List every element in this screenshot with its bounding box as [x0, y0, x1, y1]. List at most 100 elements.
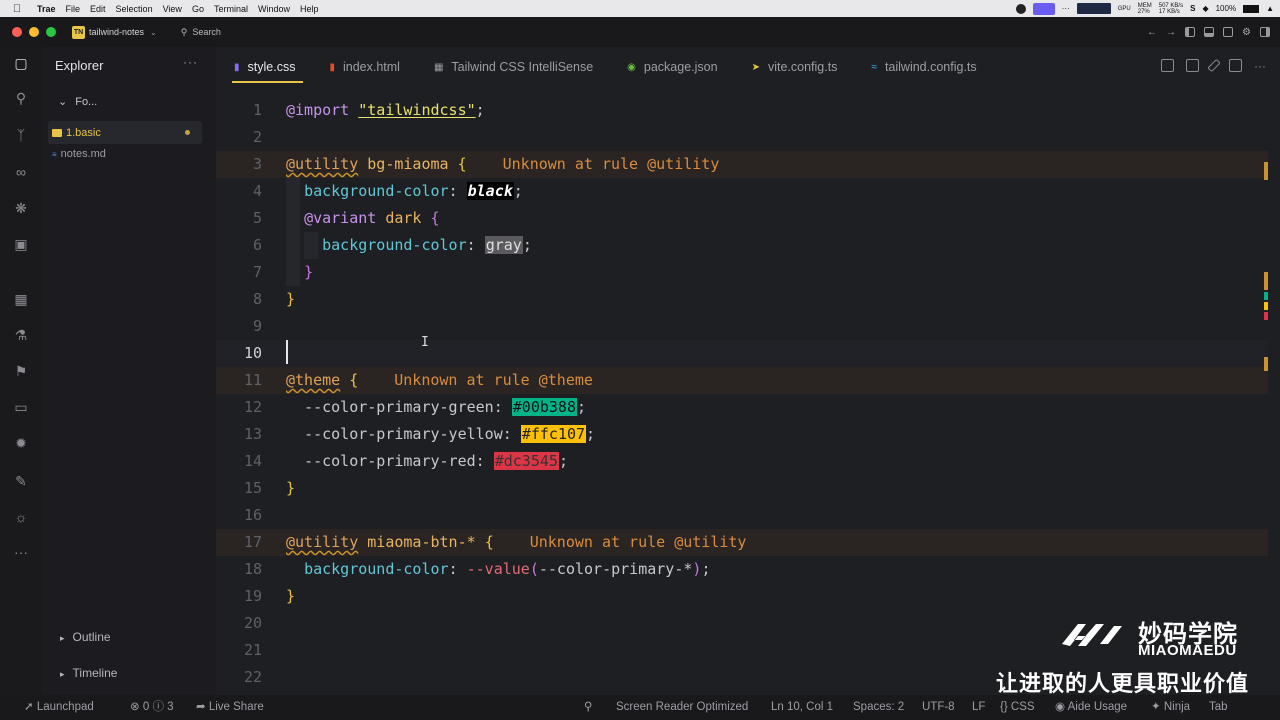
menu-selection[interactable]: Selection [113, 4, 160, 14]
brush-icon[interactable]: ✎ [13, 473, 29, 489]
indentation[interactable]: Spaces: 2 [853, 695, 904, 720]
launchpad-item[interactable]: ➚ Launchpad [24, 695, 94, 720]
maximize-window-button[interactable] [46, 27, 56, 37]
line-ending[interactable]: LF [972, 695, 985, 720]
remote-monitor-icon[interactable]: ▣ [13, 236, 29, 252]
code-line[interactable]: 15} [216, 475, 1268, 502]
wifi-icon[interactable]: ▲ [1266, 4, 1274, 13]
encoding[interactable]: UTF-8 [922, 695, 955, 720]
split-editor-icon[interactable] [1229, 59, 1242, 72]
project-name[interactable]: tailwind-notes [89, 27, 144, 37]
tab-tailwind-intellisense[interactable]: ▦ Tailwind CSS IntelliSense [416, 47, 609, 87]
menu-app[interactable]: Trae [34, 4, 63, 14]
zoom-icon[interactable]: ⚲ [584, 695, 592, 720]
code-line[interactable]: 9 [216, 313, 1268, 340]
color-swatch[interactable]: #00b388 [511, 398, 577, 416]
screen-reader-item[interactable]: Screen Reader Optimized [616, 695, 748, 720]
color-swatch[interactable]: black [466, 182, 514, 200]
menu-help[interactable]: Help [297, 4, 326, 14]
menu-file[interactable]: File [63, 4, 88, 14]
timeline-section[interactable]: ▸ Timeline [60, 666, 117, 680]
code-line[interactable]: 13 --color-primary-yellow: #ffc107; [216, 421, 1268, 448]
menu-go[interactable]: Go [189, 4, 211, 14]
edit-pencil-icon[interactable] [1207, 58, 1221, 73]
project-badge[interactable]: TN [72, 25, 85, 39]
menu-view[interactable]: View [160, 4, 189, 14]
settings-gear-icon[interactable]: ⚙ [1242, 27, 1251, 38]
compare-icon[interactable] [1186, 59, 1199, 72]
toggle-panel-icon[interactable] [1204, 27, 1215, 37]
tab-index-html[interactable]: ▮ index.html [311, 47, 416, 87]
code-line[interactable]: 16 [216, 502, 1268, 529]
code-line[interactable]: 4 background-color: black; [216, 178, 1268, 205]
language-mode[interactable]: {} CSS [1000, 695, 1035, 720]
s-app-icon[interactable]: S [1190, 4, 1195, 13]
menu-edit[interactable]: Edit [87, 4, 113, 14]
aide-usage[interactable]: ◉ Aide Usage [1055, 695, 1127, 720]
menu-terminal[interactable]: Terminal [211, 4, 255, 14]
more-actions-icon[interactable]: ··· [1254, 59, 1266, 73]
extensions-icon[interactable]: ▦ [13, 291, 29, 307]
settings-sync-icon[interactable]: ✹ [13, 435, 29, 451]
menu-window[interactable]: Window [255, 4, 297, 14]
sidebar-item-notes-md[interactable]: ≡ notes.md [52, 148, 106, 160]
tab-tailwind-config[interactable]: ≈ tailwind.config.ts [853, 47, 992, 87]
screen-share-icon[interactable] [1032, 2, 1055, 15]
minimize-window-button[interactable] [29, 27, 39, 37]
battery-icon[interactable] [1243, 4, 1260, 13]
color-swatch[interactable]: #dc3545 [493, 452, 559, 470]
code-line[interactable]: 5 @variant dark { [216, 205, 1268, 232]
ninja-mode[interactable]: ✦ Ninja [1151, 695, 1190, 720]
chevron-down-icon[interactable]: ⌄ [150, 28, 157, 37]
sidebar-item-1-basic[interactable]: 1.basic [48, 121, 202, 144]
more-icon[interactable]: ··· [13, 544, 29, 560]
code-line-current[interactable]: 10 [216, 340, 1268, 367]
apple-icon[interactable]:  [0, 3, 34, 15]
search-icon[interactable]: ⚲ [13, 90, 29, 106]
code-line[interactable]: 2 [216, 124, 1268, 151]
code-line[interactable]: 11 @theme {Unknown at rule @theme [216, 367, 1268, 394]
record-icon[interactable] [1015, 3, 1026, 14]
tab-style-css[interactable]: ▮ style.css [216, 47, 311, 87]
forward-arrow-icon[interactable]: → [1166, 27, 1176, 38]
code-line[interactable]: 14 --color-primary-red: #dc3545; [216, 448, 1268, 475]
code-line[interactable]: 12 --color-primary-green: #00b388; [216, 394, 1268, 421]
code-line[interactable]: 19} [216, 583, 1268, 610]
bookmark-icon[interactable]: ⚑ [13, 363, 29, 379]
editor-scrollbar[interactable] [1260, 87, 1270, 695]
workspace-folder[interactable]: ⌄ Fo... [58, 95, 97, 108]
split-layout-icon[interactable] [1223, 27, 1234, 37]
source-control-icon[interactable]: ᛉ [13, 127, 29, 143]
more-actions-icon[interactable]: ··· [183, 55, 198, 69]
cursor-position[interactable]: Ln 10, Col 1 [771, 695, 833, 720]
close-window-button[interactable] [12, 27, 22, 37]
code-line[interactable]: 1 @import "tailwindcss"; [216, 97, 1268, 124]
back-arrow-icon[interactable]: ← [1147, 27, 1157, 38]
code-line[interactable]: 3 @utility bg-miaoma {Unknown at rule @ut… [216, 151, 1268, 178]
dots-icon[interactable]: ··· [1062, 4, 1070, 13]
live-share-item[interactable]: ➦ Live Share [196, 695, 264, 720]
explorer-icon[interactable]: ▢ [13, 55, 29, 71]
bluetooth-icon[interactable]: ◆ [1202, 4, 1208, 13]
color-swatch[interactable]: gray [484, 236, 523, 254]
outline-section[interactable]: ▸ Outline [60, 630, 111, 644]
customize-layout-icon[interactable] [1260, 27, 1270, 37]
ai-icon[interactable]: ∞ [13, 164, 29, 180]
search-box[interactable]: ⚲ Search [181, 27, 221, 38]
tab-vite-config[interactable]: ➤ vite.config.ts [734, 47, 854, 87]
problems-item[interactable]: ⊗ 0 ⓘ 3 [130, 695, 174, 720]
tab-mode[interactable]: Tab [1209, 695, 1228, 720]
compass-icon[interactable]: ☼ [13, 509, 29, 525]
code-line[interactable]: 18 background-color: --value(--color-pri… [216, 556, 1268, 583]
code-line[interactable]: 17 @utility miaoma-btn-* {Unknown at rule… [216, 529, 1268, 556]
debug-icon[interactable]: ❋ [13, 200, 29, 216]
toggle-sidebar-icon[interactable] [1185, 27, 1196, 37]
open-preview-icon[interactable] [1161, 59, 1174, 72]
color-swatch[interactable]: #ffc107 [520, 425, 587, 443]
code-line[interactable]: 8} [216, 286, 1268, 313]
folder-icon[interactable]: ▭ [13, 399, 29, 415]
code-line[interactable]: 7 } [216, 259, 1268, 286]
code-line[interactable]: 6 background-color: gray; [216, 232, 1268, 259]
testing-flask-icon[interactable]: ⚗ [13, 327, 29, 343]
tab-package-json[interactable]: ◉ package.json [609, 47, 733, 87]
